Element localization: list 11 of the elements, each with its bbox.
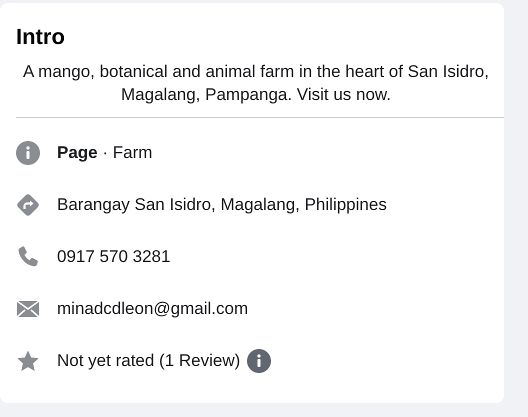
star-icon <box>16 349 40 373</box>
phone-icon <box>16 245 40 269</box>
bio-text: A mango, botanical and animal farm in the heart of San Isidro, Magalang, Pampanga. Visit us now. <box>22 61 490 106</box>
detail-text: Page · Farm <box>57 143 152 163</box>
detail-text: 0917 570 3281 <box>57 247 170 267</box>
detail-text: minadcdleon@gmail.com <box>57 299 248 319</box>
detail-text: Barangay San Isidro, Magalang, Philippines <box>57 195 387 215</box>
info-icon <box>16 141 40 165</box>
info-icon[interactable] <box>247 349 272 373</box>
detail-text: Not yet rated (1 Review) <box>57 351 240 371</box>
card-title: Intro <box>16 24 66 50</box>
